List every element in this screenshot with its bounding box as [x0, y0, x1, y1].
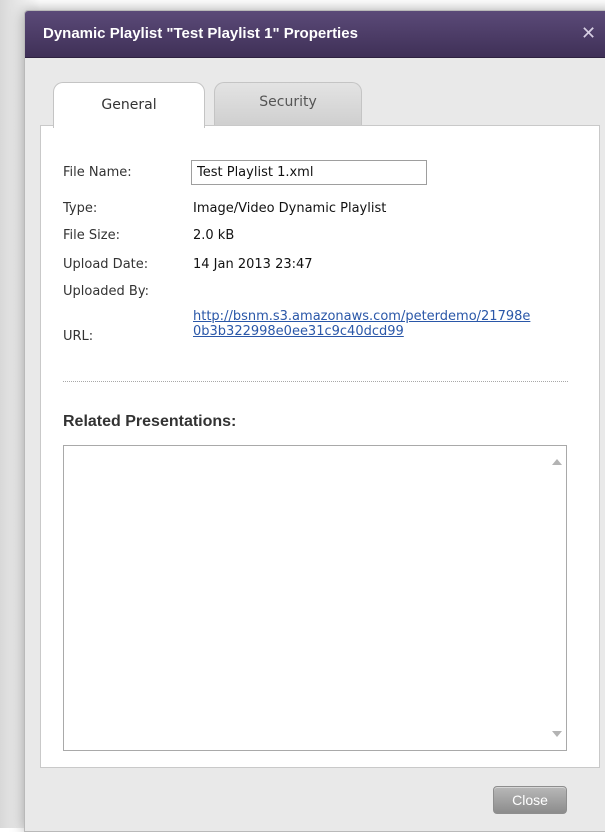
tab-security-label: Security: [259, 94, 317, 110]
list-scrollbar[interactable]: [549, 446, 566, 750]
type-value: Image/Video Dynamic Playlist: [193, 201, 387, 216]
uploaded-by-label: Uploaded By:: [63, 284, 149, 299]
file-name-input[interactable]: [191, 160, 427, 185]
scroll-down-arrow-icon[interactable]: [552, 731, 562, 737]
related-presentations-heading: Related Presentations:: [63, 413, 237, 430]
close-button-label: Close: [512, 792, 548, 808]
scroll-up-arrow-icon[interactable]: [552, 459, 562, 465]
file-size-value: 2.0 kB: [193, 228, 235, 243]
url-label: URL:: [63, 329, 94, 344]
close-button[interactable]: Close: [493, 786, 567, 814]
close-icon[interactable]: ✕: [581, 23, 596, 44]
section-divider: [63, 381, 568, 382]
file-size-label: File Size:: [63, 228, 120, 243]
file-name-label: File Name:: [63, 165, 132, 180]
related-presentations-list[interactable]: [63, 445, 567, 751]
type-label: Type:: [63, 201, 98, 216]
url-link[interactable]: http://bsnm.s3.amazonaws.com/peterdemo/2…: [193, 309, 533, 339]
properties-dialog: Dynamic Playlist "Test Playlist 1" Prope…: [24, 10, 605, 832]
tab-general[interactable]: General: [53, 82, 205, 128]
tab-general-label: General: [101, 97, 157, 113]
tab-security[interactable]: Security: [214, 82, 362, 126]
dialog-title: Dynamic Playlist "Test Playlist 1" Prope…: [43, 25, 358, 42]
upload-date-value: 14 Jan 2013 23:47: [193, 257, 313, 272]
dialog-titlebar[interactable]: Dynamic Playlist "Test Playlist 1" Prope…: [25, 11, 605, 58]
upload-date-label: Upload Date:: [63, 257, 149, 272]
